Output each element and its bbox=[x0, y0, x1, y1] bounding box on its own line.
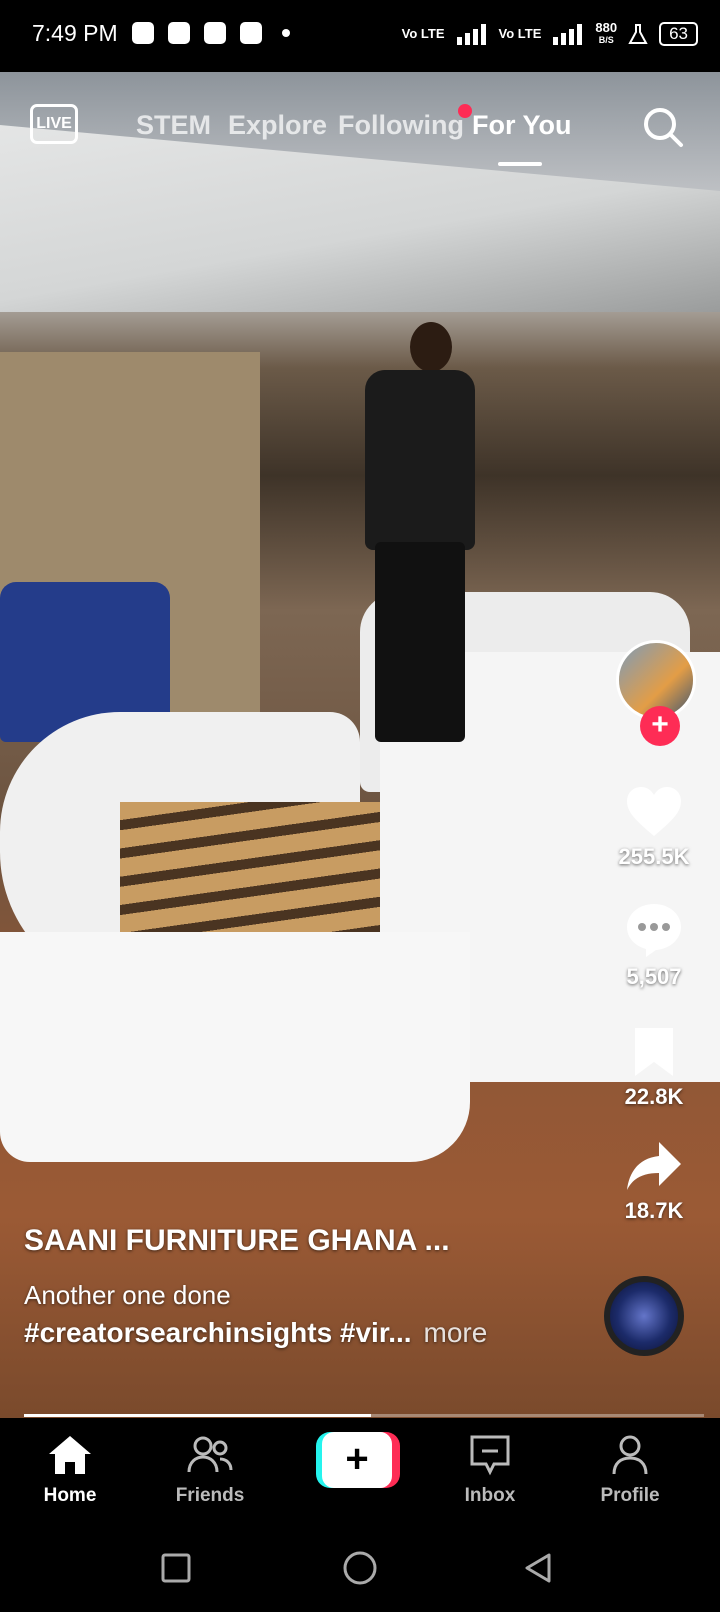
more-notifications-icon bbox=[282, 29, 290, 37]
bookmark-icon bbox=[635, 1028, 673, 1076]
battery-indicator: 63 bbox=[659, 22, 698, 46]
comment-icon bbox=[627, 904, 681, 957]
caption-hashtags[interactable]: #creatorsearchinsights #vir... bbox=[24, 1317, 412, 1348]
p-app-icon bbox=[204, 22, 226, 44]
nav-home[interactable]: Home bbox=[0, 1434, 140, 1507]
p-app-icon bbox=[240, 22, 262, 44]
save-button[interactable]: 22.8K bbox=[604, 1026, 704, 1110]
status-right: Vo LTE Vo LTE 880 B/S 63 bbox=[401, 20, 698, 46]
nav-profile-label: Profile bbox=[600, 1485, 660, 1506]
status-time: 7:49 PM bbox=[32, 20, 118, 46]
nav-home-label: Home bbox=[43, 1485, 97, 1506]
search-icon[interactable] bbox=[642, 106, 684, 148]
network-speed: 880 B/S bbox=[595, 20, 618, 46]
game-icon bbox=[132, 22, 154, 44]
plus-icon: + bbox=[322, 1432, 392, 1488]
caption-hashtags-line: #creatorsearchinsights #vir... more bbox=[24, 1317, 584, 1349]
signal-icon bbox=[456, 24, 486, 45]
recent-apps-icon[interactable] bbox=[160, 1552, 192, 1584]
following-notification-dot bbox=[458, 104, 472, 118]
bed-front bbox=[0, 932, 470, 1162]
nav-inbox-label: Inbox bbox=[464, 1485, 516, 1506]
video-progress-bar[interactable] bbox=[24, 1414, 704, 1417]
back-icon[interactable] bbox=[522, 1552, 554, 1584]
profile-icon bbox=[612, 1435, 648, 1475]
follow-button[interactable]: + bbox=[640, 706, 680, 746]
share-count: 18.7K bbox=[624, 1198, 684, 1223]
live-icon[interactable]: LIVE bbox=[30, 104, 78, 144]
home-icon bbox=[49, 1436, 91, 1474]
video-progress-fill bbox=[24, 1414, 371, 1417]
system-nav-bar bbox=[0, 1522, 720, 1612]
status-bar: 7:49 PM Vo LTE Vo LTE 880 B/S 63 bbox=[0, 0, 720, 72]
caption-text: Another one done bbox=[24, 1280, 231, 1310]
friends-icon bbox=[187, 1436, 233, 1473]
network-indicator-2: Vo LTE bbox=[498, 26, 542, 41]
notification-icons bbox=[132, 22, 290, 44]
share-button[interactable]: 18.7K bbox=[604, 1140, 704, 1224]
bottom-nav: Home Friends + Inbox Profile bbox=[0, 1418, 720, 1522]
tab-explore[interactable]: Explore bbox=[228, 110, 327, 141]
network-indicator-1: Vo LTE bbox=[401, 26, 445, 41]
speed-value: 880 bbox=[595, 20, 618, 35]
save-count: 22.8K bbox=[624, 1084, 684, 1109]
creator-username[interactable]: SAANI FURNITURE GHANA ... bbox=[24, 1224, 584, 1258]
like-count: 255.5K bbox=[618, 844, 690, 869]
person-head bbox=[410, 322, 452, 372]
app-icon bbox=[168, 22, 190, 44]
comment-count: 5,507 bbox=[626, 964, 682, 989]
active-tab-underline bbox=[498, 162, 542, 166]
like-button[interactable]: 255.5K bbox=[604, 786, 704, 870]
person-torso bbox=[365, 370, 475, 550]
music-disc[interactable] bbox=[604, 1276, 684, 1356]
tab-following[interactable]: Following bbox=[338, 110, 464, 141]
share-arrow-icon bbox=[627, 1142, 681, 1190]
nav-friends-label: Friends bbox=[175, 1485, 245, 1506]
video-caption: SAANI FURNITURE GHANA ... Another one do… bbox=[24, 1224, 584, 1349]
person-legs bbox=[375, 542, 465, 742]
comment-button[interactable]: 5,507 bbox=[604, 902, 704, 990]
inbox-icon bbox=[470, 1435, 510, 1476]
nav-profile[interactable]: Profile bbox=[560, 1434, 700, 1507]
create-button[interactable]: + bbox=[316, 1432, 400, 1488]
more-link[interactable]: more bbox=[424, 1317, 488, 1348]
flask-icon bbox=[628, 24, 648, 44]
heart-icon bbox=[627, 787, 681, 836]
speed-unit: B/S bbox=[598, 35, 614, 45]
nav-inbox[interactable]: Inbox bbox=[420, 1434, 560, 1507]
top-nav: LIVE STEM Explore Following For You bbox=[0, 100, 720, 180]
scene-person bbox=[355, 322, 475, 742]
home-circle-icon[interactable] bbox=[342, 1550, 378, 1586]
tab-stem[interactable]: STEM bbox=[136, 110, 211, 141]
tab-for-you[interactable]: For You bbox=[472, 110, 572, 141]
nav-friends[interactable]: Friends bbox=[140, 1434, 280, 1507]
signal-icon bbox=[553, 24, 583, 45]
